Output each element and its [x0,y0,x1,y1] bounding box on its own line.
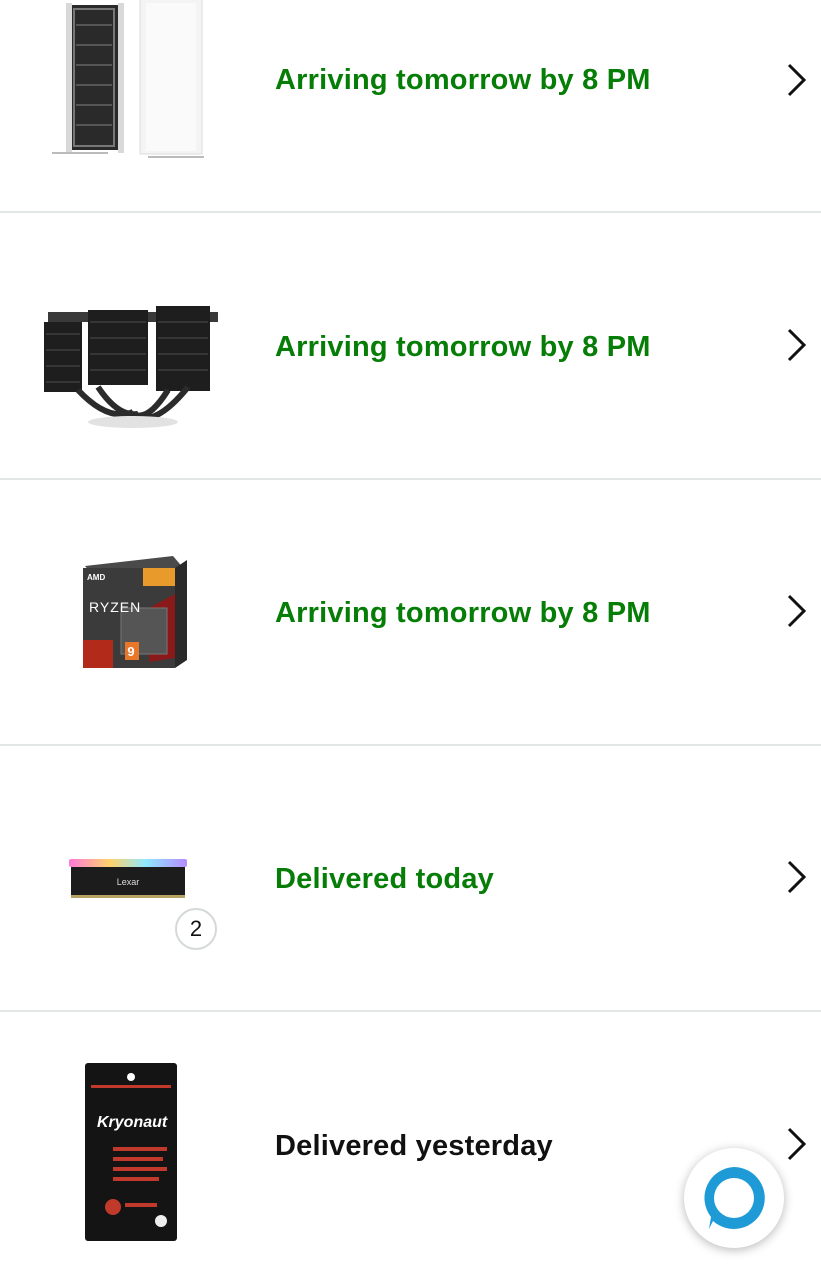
cpu-cooler-white-image [28,0,228,211]
order-row[interactable]: Lexar 2 Delivered today [0,747,821,1012]
order-row[interactable]: Arriving tomorrow by 8 PM [0,0,821,213]
amd-logo-text: AMD [87,573,105,582]
alexa-button[interactable] [684,1148,784,1248]
order-list: Arriving tomorrow by 8 PM Arriving tomor… [0,0,821,1279]
order-row[interactable]: Kryonaut Delivered yesterday [0,1014,821,1279]
kryonaut-logo-text: Kryonaut [97,1114,168,1131]
alexa-icon [704,1167,765,1229]
chevron-right-icon [787,860,807,894]
delivery-status: Delivered today [275,863,494,895]
chevron-right-icon [787,63,807,97]
lexar-logo-text: Lexar [117,877,140,887]
delivery-status: Arriving tomorrow by 8 PM [275,597,651,629]
chevron-right-icon [787,594,807,628]
cpu-box-image: 9 AMD RYZEN [28,481,228,744]
chevron-right-icon [787,328,807,362]
delivery-status: Delivered yesterday [275,1130,553,1162]
cpu-cooler-black-image [28,215,228,478]
chevron-right-icon [787,1127,807,1161]
quantity-badge: 2 [175,908,217,950]
order-row[interactable]: Arriving tomorrow by 8 PM [0,215,821,480]
ryzen-tier-label: 9 [127,644,134,659]
order-row[interactable]: 9 AMD RYZEN Arriving tomorrow by 8 PM [0,481,821,746]
ryzen-logo-text: RYZEN [89,599,141,615]
delivery-status: Arriving tomorrow by 8 PM [275,331,651,363]
delivery-status: Arriving tomorrow by 8 PM [275,64,651,96]
ram-module-image: Lexar [28,747,228,1010]
thermal-paste-image: Kryonaut [28,1014,228,1279]
